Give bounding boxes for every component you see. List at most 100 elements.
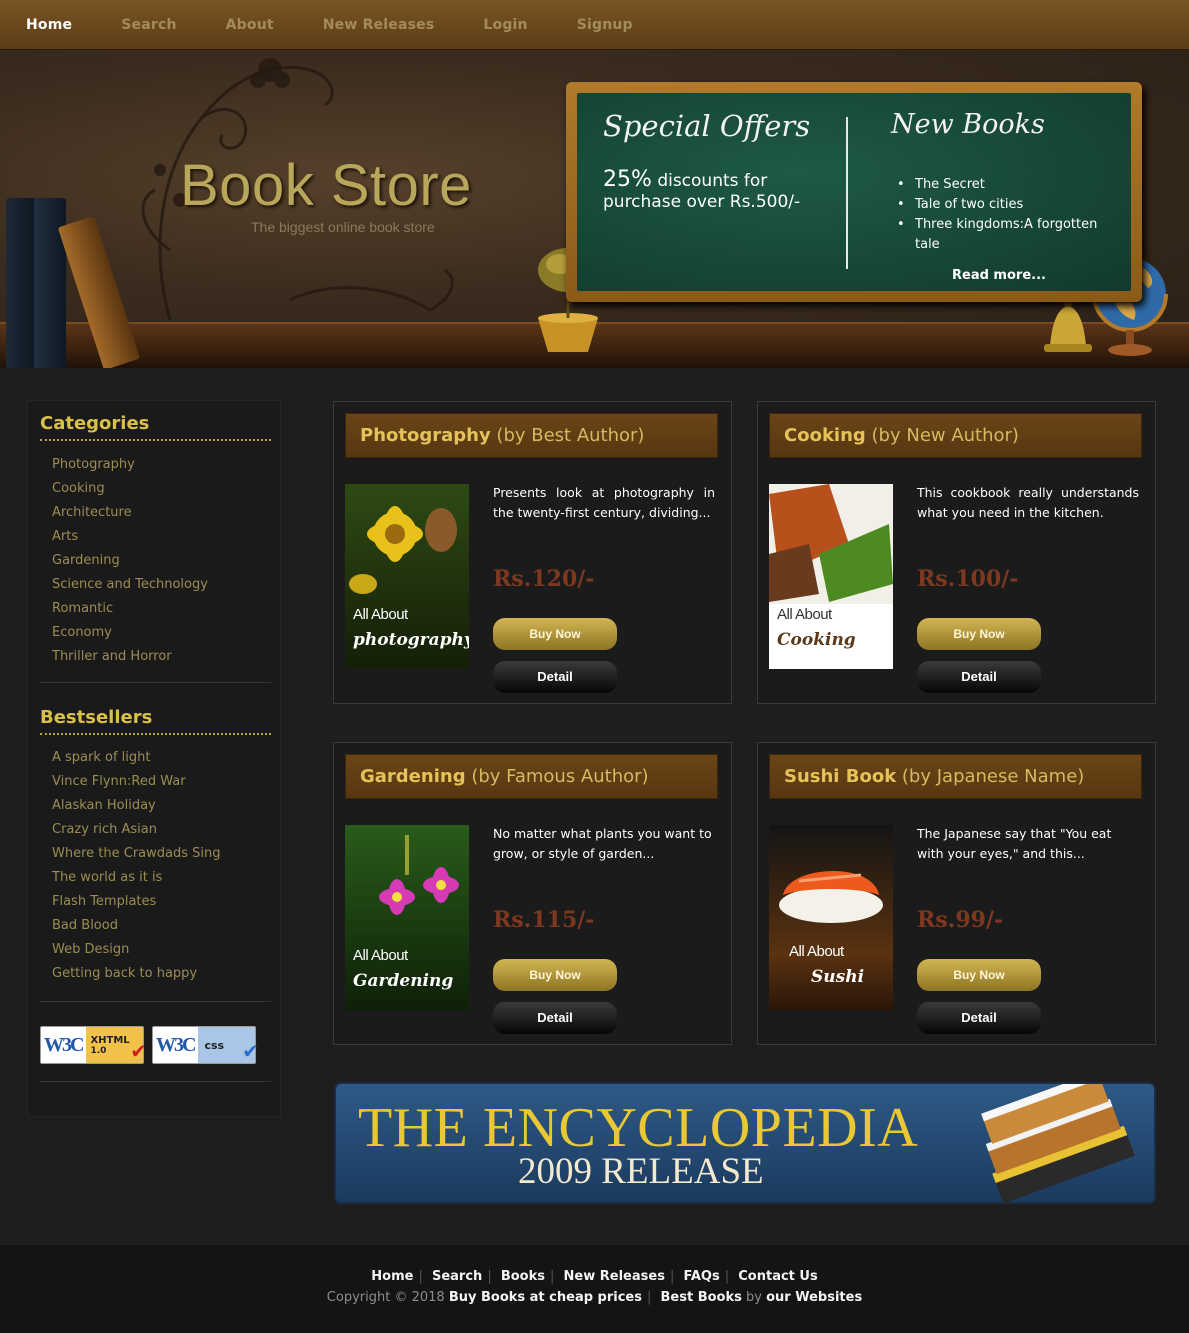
category-link[interactable]: Architecture	[52, 505, 132, 520]
product-author: (by Famous Author)	[471, 766, 649, 787]
top-nav: Home Search About New Releases Login Sig…	[0, 0, 1189, 50]
product-description: Presents look at photography in the twen…	[493, 485, 715, 520]
product-header: Photography (by Best Author)	[345, 413, 718, 458]
footer-copyright: Copyright © 2018 Buy Books at cheap pric…	[326, 1290, 863, 1305]
w3c-logo: W3C	[156, 1033, 196, 1056]
bestseller-link[interactable]: Where the Crawdads Sing	[52, 846, 221, 861]
category-link[interactable]: Gardening	[52, 553, 120, 568]
product-name[interactable]: Cooking	[784, 425, 866, 446]
bestseller-link[interactable]: Bad Blood	[52, 918, 118, 933]
bestseller-link[interactable]: Flash Templates	[52, 894, 156, 909]
checkmark-icon: ✔	[242, 1039, 259, 1063]
category-link[interactable]: Economy	[52, 625, 112, 640]
detail-button[interactable]: Detail	[493, 661, 617, 693]
board-divider	[846, 117, 848, 269]
category-link[interactable]: Science and Technology	[52, 577, 208, 592]
checkmark-icon: ✔	[130, 1039, 147, 1063]
category-link[interactable]: Photography	[52, 457, 135, 472]
product-author: (by New Author)	[871, 425, 1019, 446]
copyright-text: Copyright © 2018	[326, 1290, 445, 1305]
product-author: (by Best Author)	[496, 425, 645, 446]
cover-text: All About	[353, 606, 408, 623]
buy-now-button[interactable]: Buy Now	[493, 618, 617, 650]
product-cover[interactable]: All About photography	[345, 484, 469, 669]
cover-text: All About	[789, 943, 844, 960]
product-cover[interactable]: All About Sushi	[769, 825, 893, 1010]
product-cover[interactable]: All About Cooking	[769, 484, 893, 669]
footer-link-search[interactable]: Search	[432, 1269, 482, 1284]
product-name[interactable]: Photography	[360, 425, 491, 446]
read-more-link[interactable]: Read more...	[952, 268, 1046, 283]
special-offers-text: 25% discounts for purchase over Rs.500/-	[603, 169, 833, 213]
by-text: by	[746, 1290, 762, 1305]
sidebar-divider	[40, 1001, 271, 1002]
new-book-item[interactable]: Tale of two cities	[897, 195, 1117, 215]
bestseller-link[interactable]: Alaskan Holiday	[52, 798, 156, 813]
encyclopedia-banner[interactable]: THE ENCYCLOPEDIA 2009 RELEASE	[334, 1082, 1156, 1204]
site-title: Book Store	[180, 153, 472, 218]
product-description: No matter what plants you want to grow, …	[493, 826, 712, 861]
best-books-link[interactable]: Best Books	[661, 1290, 742, 1305]
bestseller-link[interactable]: Getting back to happy	[52, 966, 197, 981]
product-name[interactable]: Sushi Book	[784, 766, 896, 787]
w3c-xhtml-badge[interactable]: W3C XHTML 1.0 ✔	[40, 1026, 147, 1064]
nav-about[interactable]: About	[226, 17, 274, 33]
footer-link-faqs[interactable]: FAQs	[683, 1269, 719, 1284]
nav-search[interactable]: Search	[121, 17, 176, 33]
nav-home[interactable]: Home	[26, 17, 72, 33]
offer-percent: 25%	[603, 167, 652, 192]
footer-link-home[interactable]: Home	[371, 1269, 413, 1284]
product-card: Cooking (by New Author) All About Cookin…	[757, 401, 1156, 704]
bestsellers-title: Bestsellers	[40, 707, 271, 735]
cover-title: Gardening	[353, 971, 454, 991]
bestseller-link[interactable]: Web Design	[52, 942, 129, 957]
special-offers-title: Special Offers	[603, 109, 811, 143]
nav-login[interactable]: Login	[483, 17, 527, 33]
categories-title: Categories	[40, 413, 271, 441]
category-link[interactable]: Cooking	[52, 481, 105, 496]
buy-now-button[interactable]: Buy Now	[917, 959, 1041, 991]
detail-button[interactable]: Detail	[917, 661, 1041, 693]
nav-new-releases[interactable]: New Releases	[323, 17, 435, 33]
bestseller-link[interactable]: A spark of light	[52, 750, 151, 765]
category-link[interactable]: Arts	[52, 529, 78, 544]
cover-text: All About	[777, 606, 832, 623]
sidebar-divider	[40, 682, 271, 683]
product-price: Rs.120/-	[493, 566, 595, 592]
product-card: Gardening (by Famous Author) All About G…	[333, 742, 732, 1045]
site-header: Book Store The biggest online book store…	[0, 50, 1189, 368]
product-card: Sushi Book (by Japanese Name) All About …	[757, 742, 1156, 1045]
bestseller-link[interactable]: Vince Flynn:Red War	[52, 774, 186, 789]
bestseller-link[interactable]: The world as it is	[52, 870, 162, 885]
category-link[interactable]: Romantic	[52, 601, 113, 616]
nav-signup[interactable]: Signup	[577, 17, 633, 33]
w3c-logo: W3C	[44, 1033, 84, 1056]
book-stack-icon	[981, 1084, 1135, 1202]
detail-button[interactable]: Detail	[493, 1002, 617, 1034]
buy-now-button[interactable]: Buy Now	[917, 618, 1041, 650]
bestsellers-list: A spark of light Vince Flynn:Red War Ala…	[52, 746, 221, 986]
footer-link-contact[interactable]: Contact Us	[738, 1269, 817, 1284]
product-price: Rs.115/-	[493, 907, 595, 933]
bestseller-link[interactable]: Crazy rich Asian	[52, 822, 157, 837]
detail-button[interactable]: Detail	[917, 1002, 1041, 1034]
new-book-item[interactable]: Three kingdoms:A forgotten tale	[897, 215, 1117, 255]
footer-link-new-releases[interactable]: New Releases	[564, 1269, 665, 1284]
new-book-item[interactable]: The Secret	[897, 175, 1117, 195]
product-price: Rs.100/-	[917, 566, 1019, 592]
our-websites-link[interactable]: our Websites	[766, 1290, 862, 1305]
w3c-css-badge[interactable]: W3C css ✔	[152, 1026, 259, 1064]
product-cover[interactable]: All About Gardening	[345, 825, 469, 1010]
product-name[interactable]: Gardening	[360, 766, 466, 787]
new-books-title: New Books	[891, 109, 1045, 140]
buy-now-button[interactable]: Buy Now	[493, 959, 617, 991]
product-card: Photography (by Best Author) All About p…	[333, 401, 732, 704]
book-spine-icon	[34, 198, 66, 368]
product-description: This cookbook really understands what yo…	[917, 485, 1139, 520]
sidebar-divider	[40, 1081, 271, 1082]
product-description: The Japanese say that "You eat with your…	[917, 826, 1112, 861]
sidebar: Categories Photography Cooking Architect…	[27, 400, 281, 1117]
footer-link-books[interactable]: Books	[501, 1269, 545, 1284]
banner-subtitle: 2009 RELEASE	[518, 1151, 764, 1192]
category-link[interactable]: Thriller and Horror	[52, 649, 172, 664]
